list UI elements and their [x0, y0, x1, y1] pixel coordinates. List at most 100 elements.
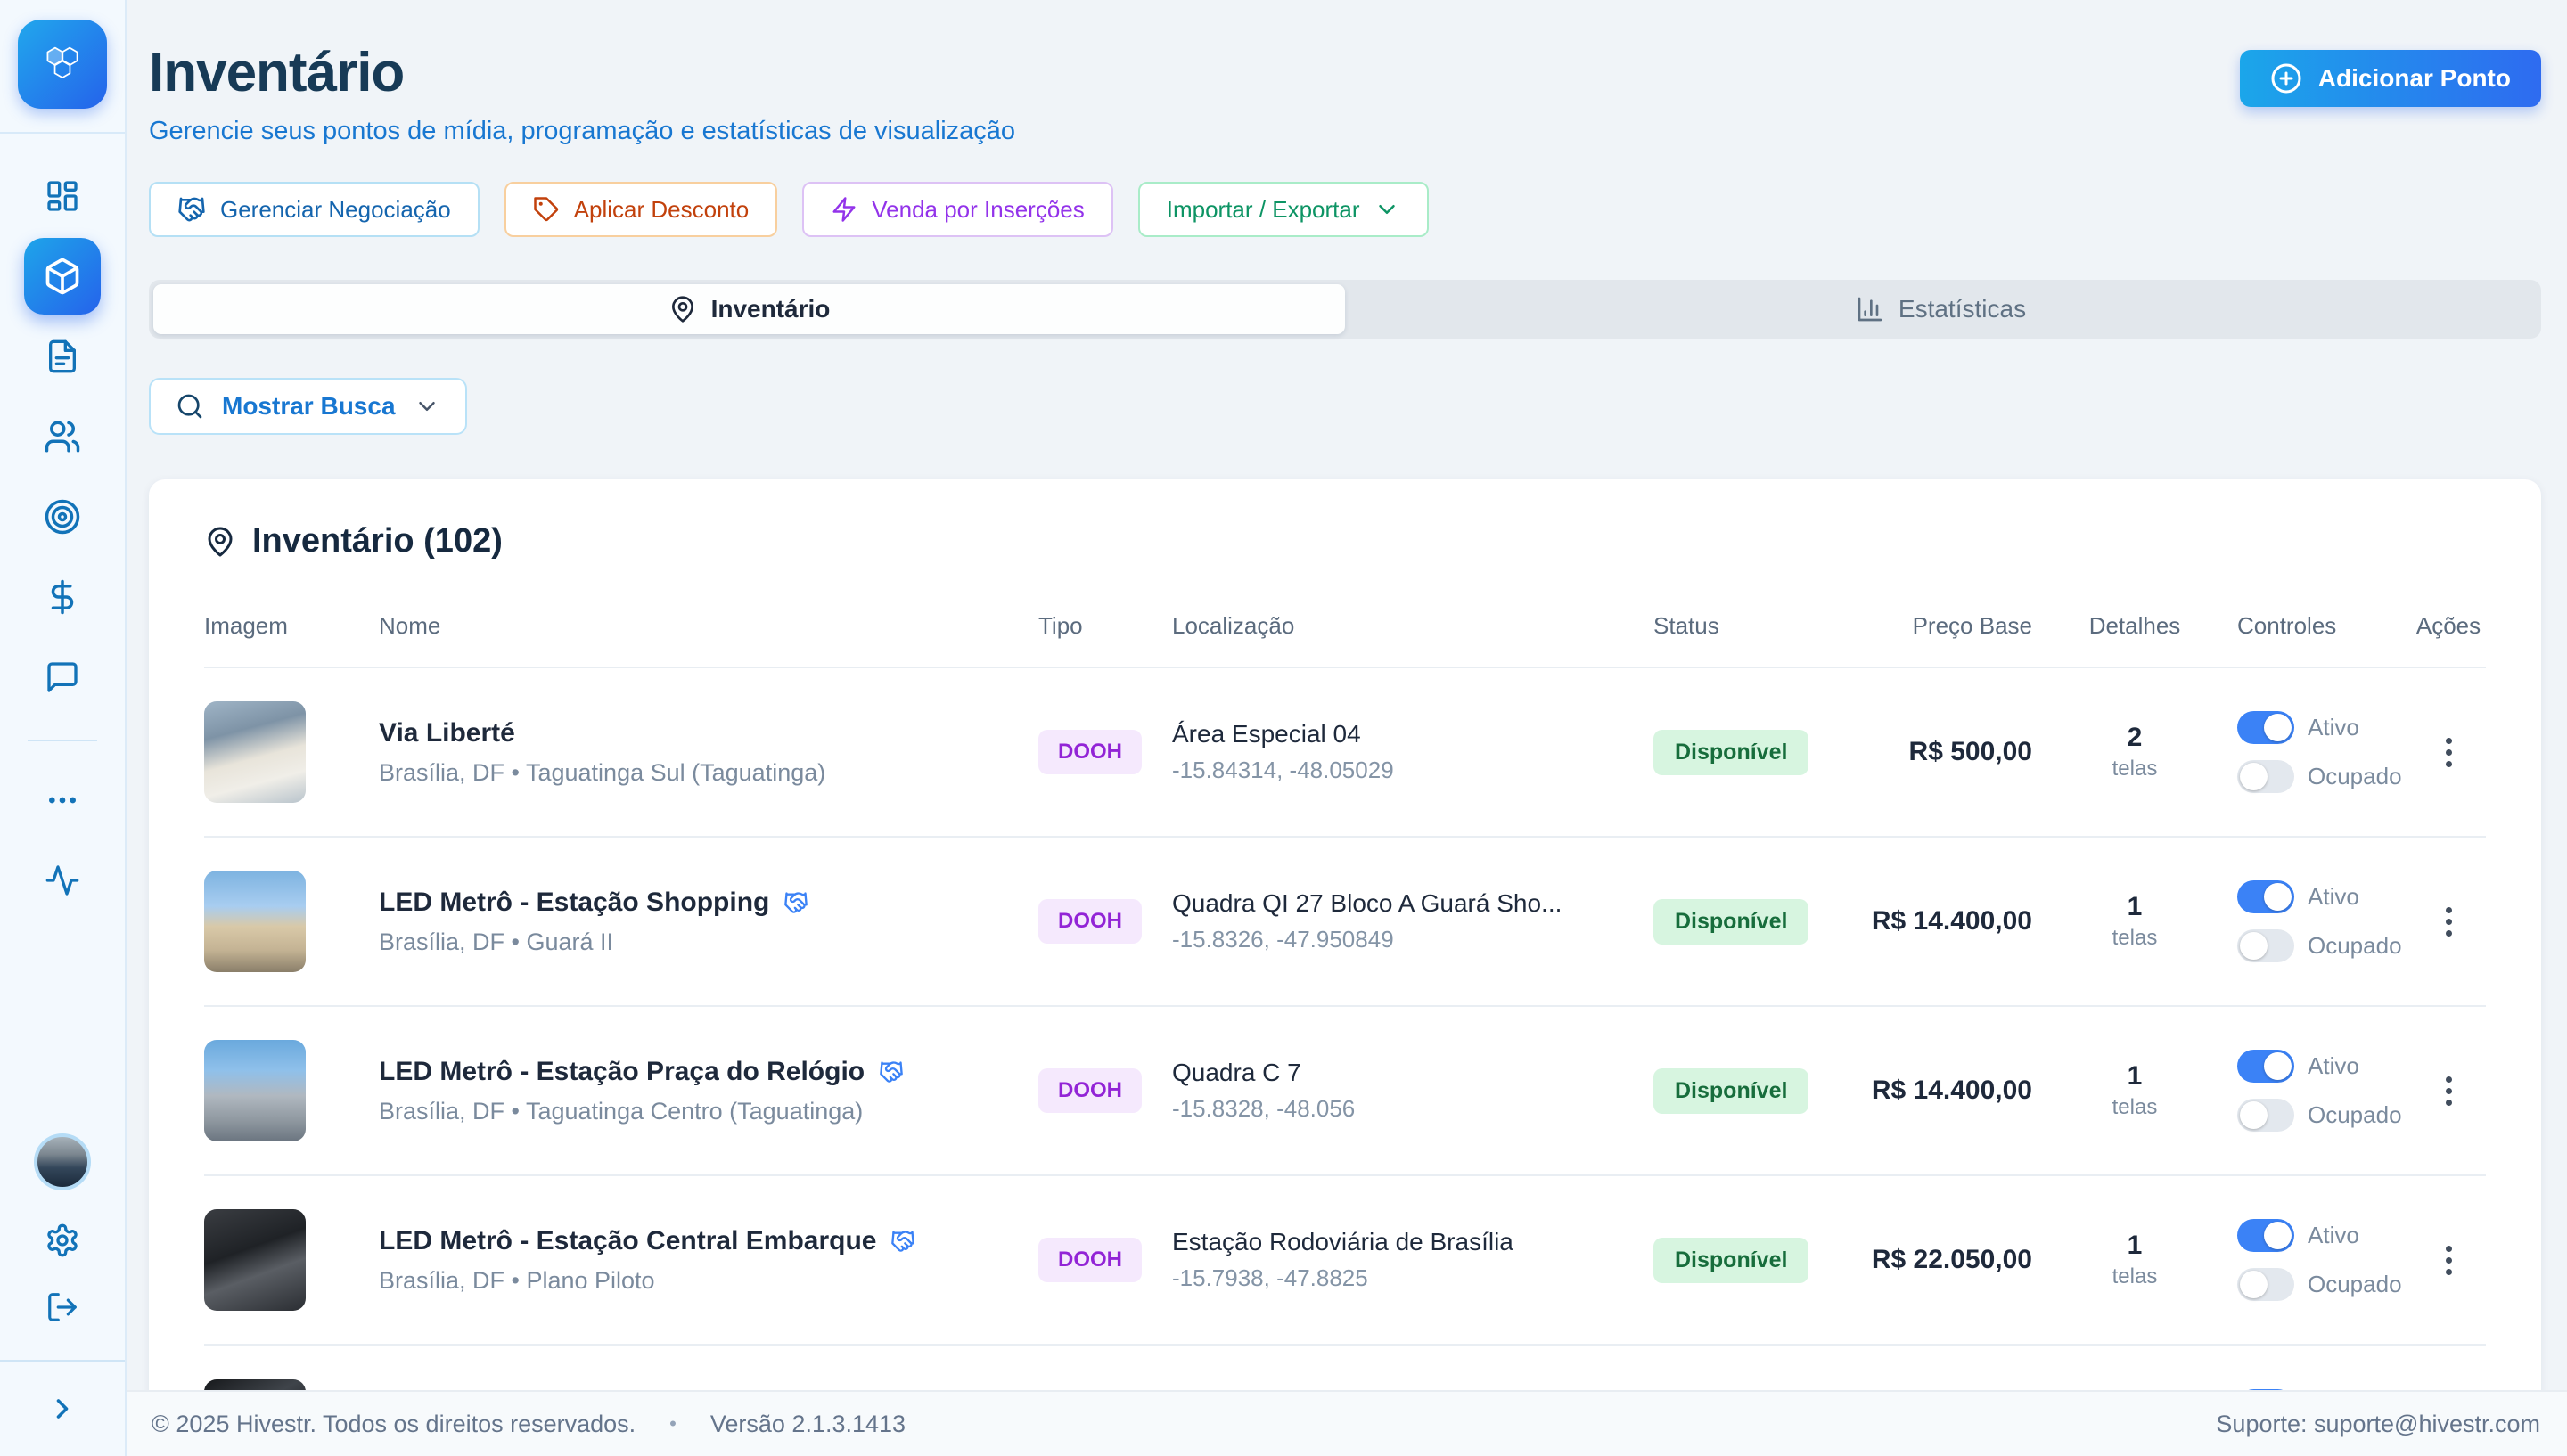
point-thumbnail[interactable] — [204, 1040, 306, 1141]
point-name: LED Metrô - Estação Shopping — [379, 888, 769, 918]
bar-chart-icon — [1856, 295, 1884, 323]
handshake-icon — [890, 1229, 915, 1254]
row-actions-menu-button[interactable] — [2437, 1067, 2461, 1115]
type-badge: DOOH — [1038, 1238, 1142, 1282]
handshake-icon — [177, 195, 206, 224]
main-content: Inventário Gerencie seus pontos de mídia… — [127, 0, 2567, 1456]
occupied-toggle[interactable] — [2237, 1099, 2294, 1132]
occupied-toggle[interactable] — [2237, 929, 2294, 962]
row-actions-menu-button[interactable] — [2437, 1237, 2461, 1284]
inventory-section-title: Inventário (102) — [204, 522, 2486, 560]
apply-discount-button[interactable]: Aplicar Desconto — [504, 182, 778, 237]
active-toggle-label: Ativo — [2308, 1222, 2359, 1249]
type-badge: DOOH — [1038, 1068, 1142, 1113]
tag-icon — [533, 196, 560, 223]
zap-icon — [831, 196, 857, 223]
copyright-text: © 2025 Hivestr. Todos os direitos reserv… — [152, 1411, 636, 1438]
table-header: Imagem Nome Tipo Localização Status Preç… — [204, 612, 2486, 668]
tab-inventory[interactable]: Inventário — [153, 284, 1345, 334]
occupied-toggle[interactable] — [2237, 1268, 2294, 1301]
expand-sidebar-button[interactable] — [46, 1393, 78, 1425]
activity-icon — [45, 863, 80, 898]
sidebar-expand-section — [0, 1360, 125, 1456]
sidebar-divider — [28, 740, 97, 741]
app-logo[interactable] — [0, 0, 125, 134]
logout-icon — [45, 1290, 79, 1324]
occupied-toggle[interactable] — [2237, 760, 2294, 793]
manage-negotiation-button[interactable]: Gerenciar Negociação — [149, 182, 480, 237]
logout-button[interactable] — [45, 1290, 79, 1324]
point-location-line: Brasília, DF • Guará II — [379, 928, 1038, 956]
footer: © 2025 Hivestr. Todos os direitos reserv… — [127, 1390, 2567, 1456]
sidebar-item-inventory[interactable] — [24, 238, 101, 315]
sidebar-item-more[interactable] — [41, 779, 84, 822]
point-coords: -15.7938, -47.8825 — [1172, 1264, 1653, 1292]
row-actions-menu-button[interactable] — [2437, 898, 2461, 945]
sidebar-item-clients[interactable] — [41, 415, 84, 458]
handshake-icon — [783, 890, 808, 915]
point-coords: -15.8328, -48.056 — [1172, 1095, 1653, 1123]
active-toggle-label: Ativo — [2308, 1052, 2359, 1080]
avatar — [34, 1133, 91, 1190]
dashboard-icon — [45, 178, 80, 214]
point-thumbnail[interactable] — [204, 701, 306, 803]
version-text: Versão 2.1.3.1413 — [710, 1411, 906, 1438]
table-row: Via Liberté Brasília, DF • Taguatinga Su… — [204, 668, 2486, 838]
sidebar-nav — [0, 175, 125, 902]
occupied-toggle-label: Ocupado — [2308, 763, 2402, 790]
screens-count: 1 — [2032, 1061, 2237, 1092]
point-name: LED Metrô - Estação Praça do Relógio — [379, 1057, 865, 1087]
active-toggle[interactable] — [2237, 711, 2294, 744]
point-coords: -15.84314, -48.05029 — [1172, 757, 1653, 784]
support-text: Suporte: suporte@hivestr.com — [2216, 1411, 2540, 1438]
sidebar-item-documents[interactable] — [41, 335, 84, 378]
import-export-button[interactable]: Importar / Exportar — [1138, 182, 1430, 237]
point-name: Via Liberté — [379, 718, 515, 748]
add-point-button[interactable]: Adicionar Ponto — [2240, 50, 2541, 107]
point-address: Estação Rodoviária de Brasília — [1172, 1228, 1653, 1256]
sale-by-insertions-button[interactable]: Venda por Inserções — [802, 182, 1113, 237]
point-thumbnail[interactable] — [204, 1209, 306, 1311]
point-location-line: Brasília, DF • Taguatinga Sul (Taguating… — [379, 759, 1038, 787]
base-price: R$ 22.050,00 — [1867, 1245, 2032, 1275]
point-thumbnail[interactable] — [204, 871, 306, 972]
screens-label: telas — [2032, 757, 2237, 781]
sidebar-item-messages[interactable] — [41, 656, 84, 699]
active-toggle[interactable] — [2237, 1050, 2294, 1083]
user-avatar[interactable] — [34, 1133, 91, 1190]
settings-button[interactable] — [45, 1223, 80, 1258]
tab-statistics[interactable]: Estatísticas — [1345, 284, 2537, 334]
point-name: LED Metrô - Estação Central Embarque — [379, 1226, 876, 1256]
point-address: Quadra QI 27 Bloco A Guará Sho... — [1172, 889, 1653, 918]
sidebar-item-finance[interactable] — [41, 576, 84, 618]
active-toggle[interactable] — [2237, 1219, 2294, 1252]
sidebar-item-campaigns[interactable] — [41, 495, 84, 538]
map-pin-icon — [204, 526, 236, 558]
base-price: R$ 14.400,00 — [1867, 906, 2032, 937]
show-search-button[interactable]: Mostrar Busca — [149, 378, 467, 435]
occupied-toggle-label: Ocupado — [2308, 1271, 2402, 1298]
chevron-down-icon — [414, 393, 440, 420]
status-badge: Disponível — [1653, 730, 1808, 775]
handshake-icon — [879, 1059, 904, 1084]
sidebar-item-activity[interactable] — [41, 859, 84, 902]
page-header: Inventário Gerencie seus pontos de mídia… — [149, 41, 2541, 146]
inventory-table-body: Via Liberté Brasília, DF • Taguatinga Su… — [204, 668, 2486, 1456]
screens-count: 1 — [2032, 892, 2237, 922]
actions-row: Gerenciar Negociação Aplicar Desconto Ve… — [149, 182, 2541, 237]
active-toggle[interactable] — [2237, 880, 2294, 913]
row-actions-menu-button[interactable] — [2437, 729, 2461, 776]
sidebar-bottom — [34, 1133, 91, 1360]
sidebar — [0, 0, 127, 1456]
users-icon — [44, 418, 81, 455]
active-toggle-label: Ativo — [2308, 714, 2359, 741]
dollar-icon — [44, 578, 81, 616]
hexagons-logo-icon — [18, 20, 107, 109]
footer-separator: • — [669, 1412, 677, 1436]
status-badge: Disponível — [1653, 1238, 1808, 1283]
status-badge: Disponível — [1653, 899, 1808, 945]
chevron-right-icon — [46, 1393, 78, 1425]
screens-label: telas — [2032, 926, 2237, 951]
point-location-line: Brasília, DF • Plano Piloto — [379, 1267, 1038, 1295]
sidebar-item-dashboard[interactable] — [41, 175, 84, 217]
